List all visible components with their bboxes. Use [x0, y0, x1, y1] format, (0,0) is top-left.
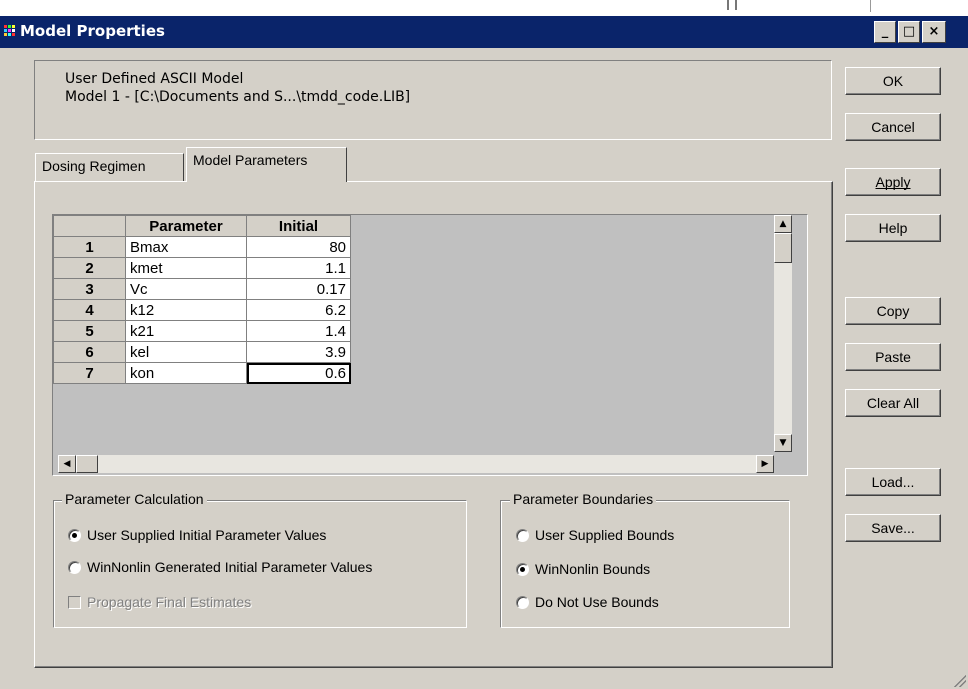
parameter-cell[interactable]: kon [125, 362, 247, 384]
tab-model-parameters[interactable]: Model Parameters [186, 147, 347, 182]
initial-value-cell[interactable]: 1.1 [246, 257, 351, 279]
maximize-button[interactable]: □ [898, 21, 920, 43]
radio-selected-icon [516, 563, 529, 576]
horizontal-scroll-thumb[interactable] [76, 455, 98, 473]
propagate-final-estimates-label: Propagate Final Estimates [87, 594, 252, 610]
window-title: Model Properties [20, 22, 165, 40]
load-button-label: Load... [871, 474, 915, 490]
table-row: 3 Vc 0.17 [53, 278, 351, 300]
resize-grip-icon[interactable] [954, 675, 966, 687]
propagate-final-estimates-checkbox[interactable]: Propagate Final Estimates [68, 594, 251, 610]
help-button[interactable]: Help [845, 214, 941, 242]
radio-selected-icon [68, 529, 81, 542]
cancel-button[interactable]: Cancel [845, 113, 941, 141]
grid-corner-header [53, 215, 126, 237]
apply-button-label: Apply [875, 174, 911, 190]
minimize-button[interactable]: _ [874, 21, 896, 43]
initial-value-cell[interactable]: 1.4 [246, 320, 351, 342]
initial-value-cell[interactable]: 3.9 [246, 341, 351, 363]
table-row: 4 k12 6.2 [53, 299, 351, 321]
checkbox-icon [68, 596, 81, 609]
copy-button-label: Copy [876, 303, 910, 319]
parameter-cell[interactable]: Bmax [125, 236, 247, 258]
winnonlin-generated-radio[interactable]: WinNonlin Generated Initial Parameter Va… [68, 559, 372, 575]
initial-value-cell[interactable]: 80 [246, 236, 351, 258]
parameter-cell[interactable]: k21 [125, 320, 247, 342]
parameter-calculation-legend: Parameter Calculation [62, 491, 207, 507]
background-mark [727, 0, 737, 10]
scroll-left-icon[interactable]: ◀ [58, 455, 76, 473]
table-row: 1 Bmax 80 [53, 236, 351, 258]
apply-button[interactable]: Apply [845, 168, 941, 196]
parameter-cell[interactable]: Vc [125, 278, 247, 300]
parameter-cell[interactable]: k12 [125, 299, 247, 321]
row-header[interactable]: 4 [53, 299, 126, 321]
copy-button[interactable]: Copy [845, 297, 941, 325]
clear-all-button[interactable]: Clear All [845, 389, 941, 417]
user-supplied-bounds-label: User Supplied Bounds [535, 527, 675, 543]
close-button[interactable]: × [922, 21, 946, 43]
radio-unselected-icon [68, 561, 81, 574]
parameter-table: Parameter Initial 1 Bmax 80 2 kmet 1.1 3… [53, 215, 351, 384]
winnonlin-generated-label: WinNonlin Generated Initial Parameter Va… [87, 559, 373, 575]
table-row: 5 k21 1.4 [53, 320, 351, 342]
column-header-parameter[interactable]: Parameter [125, 215, 247, 237]
load-button[interactable]: Load... [845, 468, 941, 496]
parameter-cell[interactable]: kel [125, 341, 247, 363]
radio-unselected-icon [516, 529, 529, 542]
initial-value-cell[interactable]: 0.17 [246, 278, 351, 300]
radio-unselected-icon [516, 596, 529, 609]
initial-value-cell[interactable]: 6.2 [246, 299, 351, 321]
scroll-right-icon[interactable]: ▶ [756, 455, 774, 473]
save-button[interactable]: Save... [845, 514, 941, 542]
tab-dosing-regimen[interactable]: Dosing Regimen [35, 153, 184, 181]
vertical-scrollbar[interactable]: ▲ ▼ [774, 215, 792, 452]
background-divider [870, 0, 871, 12]
row-header[interactable]: 3 [53, 278, 126, 300]
save-button-label: Save... [871, 520, 915, 536]
title-bar[interactable]: Model Properties _ □ × [0, 16, 968, 48]
table-row: 7 kon 0.6 [53, 362, 351, 384]
app-icon [4, 25, 18, 37]
paste-button-label: Paste [875, 349, 911, 365]
ok-button[interactable]: OK [845, 67, 941, 95]
winnonlin-bounds-label: WinNonlin Bounds [535, 561, 651, 577]
horizontal-scrollbar[interactable]: ◀ ▶ [58, 455, 774, 473]
paste-button[interactable]: Paste [845, 343, 941, 371]
parameter-boundaries-legend: Parameter Boundaries [510, 491, 657, 507]
model-path-label: Model 1 - [C:\Documents and S...\tmdd_co… [65, 89, 411, 105]
row-header[interactable]: 7 [53, 362, 126, 384]
user-supplied-initial-radio[interactable]: User Supplied Initial Parameter Values [68, 527, 326, 543]
model-type-label: User Defined ASCII Model [65, 71, 244, 87]
background-strip [0, 0, 968, 16]
scroll-up-icon[interactable]: ▲ [774, 215, 792, 233]
vertical-scroll-thumb[interactable] [774, 233, 792, 263]
do-not-use-bounds-label: Do Not Use Bounds [535, 594, 659, 610]
model-info-box: User Defined ASCII Model Model 1 - [C:\D… [34, 60, 832, 140]
parameter-grid: Parameter Initial 1 Bmax 80 2 kmet 1.1 3… [52, 214, 808, 476]
column-header-initial[interactable]: Initial [246, 215, 351, 237]
user-supplied-initial-label: User Supplied Initial Parameter Values [87, 527, 327, 543]
table-row: 6 kel 3.9 [53, 341, 351, 363]
row-header[interactable]: 6 [53, 341, 126, 363]
user-supplied-bounds-radio[interactable]: User Supplied Bounds [516, 527, 674, 543]
initial-value-cell-selected[interactable]: 0.6 [246, 362, 351, 384]
scroll-down-icon[interactable]: ▼ [774, 434, 792, 452]
clear-all-button-label: Clear All [866, 395, 920, 411]
table-row: 2 kmet 1.1 [53, 257, 351, 279]
row-header[interactable]: 1 [53, 236, 126, 258]
help-button-label: Help [878, 220, 908, 236]
do-not-use-bounds-radio[interactable]: Do Not Use Bounds [516, 594, 659, 610]
parameter-cell[interactable]: kmet [125, 257, 247, 279]
row-header[interactable]: 5 [53, 320, 126, 342]
winnonlin-bounds-radio[interactable]: WinNonlin Bounds [516, 561, 650, 577]
row-header[interactable]: 2 [53, 257, 126, 279]
